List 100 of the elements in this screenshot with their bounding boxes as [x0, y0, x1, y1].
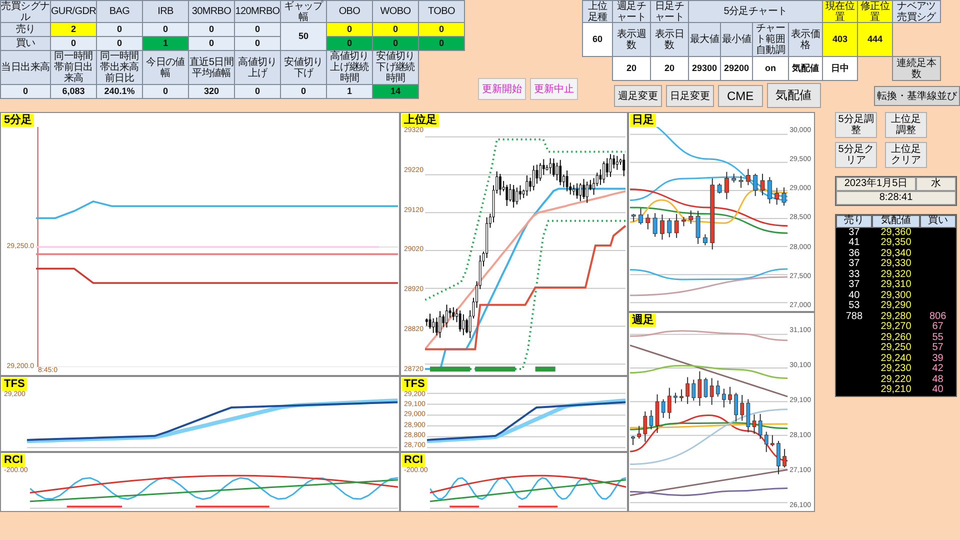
column-header: 最小値: [720, 22, 753, 57]
column-header: 当日出来高: [0, 50, 51, 85]
chart-title: 5分足: [2, 114, 34, 127]
ask-volume: 788: [844, 312, 864, 322]
table-cell: 1: [326, 84, 373, 99]
table-cell: 0: [96, 36, 143, 51]
ask-volume: 37: [848, 259, 861, 270]
price-level: 29,250: [880, 343, 912, 354]
table-cell: 0: [372, 36, 419, 51]
signal-bar: [476, 366, 516, 372]
table-cell: 0: [326, 22, 373, 37]
bid-volume: 40: [931, 385, 944, 396]
price-level: 29,290: [880, 301, 912, 312]
table-cell: 444: [857, 22, 893, 57]
date-text: 2023年1月5日: [836, 177, 916, 191]
price-level: 29,260: [880, 332, 912, 343]
column-header: 高値切り上げ継続時間: [326, 50, 373, 85]
time-text: 8:28:41: [836, 191, 956, 205]
table-cell: 29200: [720, 56, 753, 81]
chart-button[interactable]: CME: [718, 84, 763, 106]
price-level: 29,280: [880, 312, 912, 322]
chart-button[interactable]: 気配値: [766, 83, 821, 108]
column-header: 表示日数: [650, 22, 689, 57]
column-header: 120MRBO: [234, 0, 281, 23]
column-header: IRB: [142, 0, 189, 23]
price-level: 29,320: [880, 270, 912, 280]
price-level: 29,350: [880, 238, 912, 248]
column-header: チャート範囲自動調: [752, 22, 789, 57]
ask-volume: 36: [848, 248, 861, 259]
chart-title: 週足: [630, 314, 656, 327]
ask-volume: 40: [848, 290, 861, 301]
price-level: 29,210: [880, 385, 912, 396]
bid-volume: 48: [931, 374, 944, 385]
column-header: 上位足種: [582, 0, 613, 23]
table-cell: 20: [612, 56, 651, 81]
table-cell: 60: [582, 22, 613, 57]
column-header: 売り: [836, 215, 872, 228]
ask-volume: 33: [848, 270, 861, 280]
price-level: 29,360: [880, 228, 912, 238]
column-header: 買い: [0, 36, 51, 51]
chart-title: RCI: [2, 454, 25, 467]
column-header: 現在位置: [822, 0, 858, 23]
column-header: OBO: [326, 0, 373, 23]
table-cell: 気配値: [788, 56, 823, 81]
adjust-button[interactable]: 上位足クリア: [885, 142, 927, 168]
table-cell: 0: [188, 36, 235, 51]
column-header: 安値切り下げ: [280, 50, 327, 85]
column-header: 修正位置: [857, 0, 893, 23]
chart-title: 上位足: [402, 114, 439, 127]
table-cell: 0: [188, 22, 235, 37]
signal-bar: [536, 366, 556, 372]
column-header: 売り: [0, 22, 51, 37]
table-cell: 0: [280, 84, 327, 99]
column-header: 同一時間帯前日出来高: [50, 50, 97, 85]
column-header: GUR/GDR: [50, 0, 97, 23]
column-header: 高値切り上げ: [234, 50, 281, 85]
bid-volume: 57: [931, 343, 944, 354]
column-header: 30MRBO: [188, 0, 235, 23]
bid-volume: 42: [931, 364, 944, 374]
table-cell: 50: [280, 22, 327, 51]
column-header: 直近5日間平均値幅: [188, 50, 235, 85]
chart-title: TFS: [2, 378, 27, 391]
table-cell: 0: [96, 22, 143, 37]
price-level: 29,220: [880, 374, 912, 385]
column-header: 売買シグナル: [0, 0, 51, 23]
table-cell: 29300: [688, 56, 721, 81]
setting-button[interactable]: 転換・基準線並び: [874, 86, 960, 106]
table-cell: 0: [234, 22, 281, 37]
table-cell: 0: [142, 22, 189, 37]
setting-button[interactable]: 連続足本数: [892, 56, 941, 81]
column-header: 同一時間帯出来高前日比: [96, 50, 143, 85]
chart-button[interactable]: 日足変更: [666, 84, 714, 106]
column-header: WOBO: [372, 0, 419, 23]
price-level: 29,240: [880, 354, 912, 364]
table-cell: 0: [372, 22, 419, 37]
column-header: 表示週数: [612, 22, 651, 57]
price-level: 29,310: [880, 280, 912, 290]
table-cell: 6,083: [50, 84, 97, 99]
column-header: 安値切り下げ継続時間: [372, 50, 419, 85]
update-button[interactable]: 更新開始: [478, 78, 526, 100]
price-level: 29,230: [880, 364, 912, 374]
adjust-button[interactable]: 5分足クリア: [835, 142, 877, 168]
chart-button[interactable]: 週足変更: [614, 84, 662, 106]
bid-volume: 39: [931, 354, 944, 364]
column-header: ギャップ幅: [280, 0, 327, 23]
update-button[interactable]: 更新中止: [530, 78, 578, 100]
column-header: 今日の値幅: [142, 50, 189, 85]
column-header: 最大値: [688, 22, 721, 57]
price-level: 29,340: [880, 248, 912, 259]
table-cell: 0: [234, 36, 281, 51]
bid-volume: 67: [931, 322, 944, 332]
table-cell: 0: [142, 84, 189, 99]
adjust-button[interactable]: 上位足調整: [885, 112, 927, 138]
table-cell: 14: [372, 84, 419, 99]
chart-title: 日足: [630, 114, 656, 127]
table-cell: 1: [142, 36, 189, 51]
price-level: 29,300: [880, 290, 912, 301]
adjust-button[interactable]: 5分足調整: [835, 112, 877, 138]
table-cell: 403: [822, 22, 858, 57]
price-level: 29,270: [880, 322, 912, 332]
